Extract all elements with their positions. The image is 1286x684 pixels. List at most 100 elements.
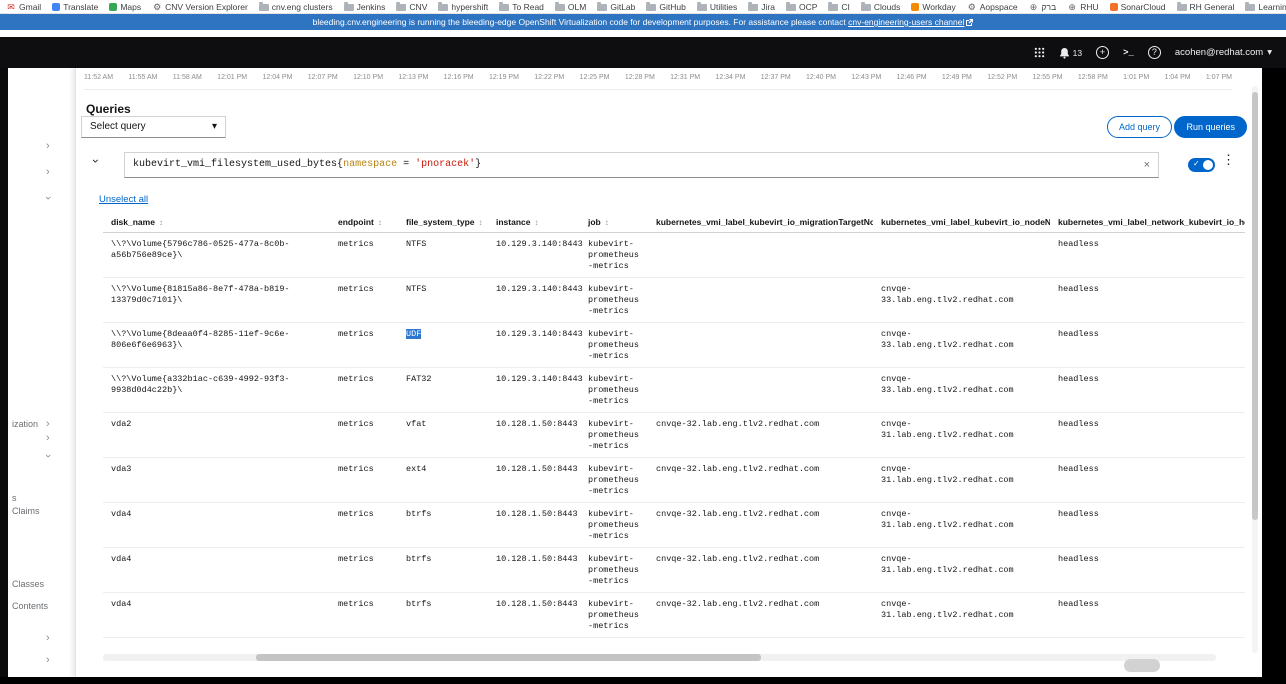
bookmark-translate[interactable]: Translate xyxy=(52,2,98,12)
nav-item-classes[interactable]: Classes xyxy=(8,578,75,592)
sort-icon[interactable]: ↕ xyxy=(479,218,483,227)
user-menu[interactable]: acohen@redhat.com ▾ xyxy=(1175,47,1272,58)
bookmark-folder[interactable]: Jenkins xyxy=(343,1,385,12)
scroll-indicator-pill[interactable] xyxy=(1124,659,1160,672)
folder-icon xyxy=(785,1,796,11)
query-kebab-menu[interactable]: ⋮ xyxy=(1222,152,1235,168)
query-expand-chevron[interactable]: › xyxy=(89,159,103,163)
caret-down-icon: ▾ xyxy=(211,121,217,132)
bookmark-label: GitLab xyxy=(610,1,636,12)
bookmark-folder[interactable]: GitHub xyxy=(646,1,686,12)
bookmark-folder[interactable]: Jira xyxy=(748,1,775,12)
bookmark-cnv-version-explorer[interactable]: ⚙ CNV Version Explorer xyxy=(152,2,248,12)
column-header-node-name[interactable]: kubernetes_vmi_label_kubevirt_io_nodeNam… xyxy=(873,214,1050,233)
nav-item[interactable]: › xyxy=(8,166,75,180)
run-queries-button[interactable]: Run queries xyxy=(1174,116,1247,138)
add-button[interactable]: + xyxy=(1096,46,1110,59)
bookmark-folder[interactable]: RH General xyxy=(1176,1,1235,12)
nav-item[interactable]: › xyxy=(8,432,75,446)
cell-endpoint: metrics xyxy=(330,503,398,548)
bookmark-label: cnv.eng clusters xyxy=(271,1,333,12)
column-header-endpoint[interactable]: endpoint ↕ xyxy=(330,214,398,233)
nav-item[interactable]: › xyxy=(8,140,75,154)
bookmark-sonarcloud[interactable]: SonarCloud xyxy=(1109,2,1166,12)
column-header-instance[interactable]: instance ↕ xyxy=(488,214,580,233)
nav-item[interactable]: › xyxy=(8,632,75,646)
time-tick: 11:58 AM xyxy=(172,74,202,81)
bookmark-aopspace[interactable]: ⚙ Aopspace xyxy=(967,2,1018,12)
folder-icon xyxy=(1176,1,1187,11)
cell-file-system-type: NTFS xyxy=(398,233,488,278)
bookmark-label: RH General xyxy=(1189,1,1235,12)
app-launcher-button[interactable] xyxy=(1034,47,1045,58)
column-header-file-system-type[interactable]: file_system_type ↕ xyxy=(398,214,488,233)
column-header-job[interactable]: job ↕ xyxy=(580,214,648,233)
bookmark-label: CNV xyxy=(409,1,428,12)
bookmark-folder[interactable]: CNV xyxy=(396,1,428,12)
metrics-panel: 11:52 AM 11:55 AM 11:58 AM 12:01 PM 12:0… xyxy=(75,68,1262,677)
cell-endpoint: metrics xyxy=(330,593,398,638)
bookmark-folder[interactable]: Clouds xyxy=(860,1,900,12)
cell-disk-name: vda2 xyxy=(103,413,330,458)
bookmark-folder[interactable]: CI xyxy=(828,1,850,12)
cell-endpoint: metrics xyxy=(330,548,398,593)
sort-icon[interactable]: ↕ xyxy=(159,218,163,227)
select-query-dropdown[interactable]: Select query ▾ xyxy=(81,116,226,138)
bookmark-label: CI xyxy=(841,1,850,12)
bookmark-label: Translate xyxy=(63,1,99,12)
bookmark-folder[interactable]: cnv.eng clusters xyxy=(258,1,333,12)
column-header-disk-name[interactable]: disk_name ↕ xyxy=(103,214,330,233)
cell-migration-target xyxy=(648,233,873,278)
web-terminal-button[interactable]: >_ xyxy=(1123,48,1134,58)
bookmark-folder[interactable]: Utilities xyxy=(696,1,737,12)
nav-item[interactable]: › xyxy=(8,450,75,464)
bookmark-maps[interactable]: Maps xyxy=(109,2,141,12)
time-tick: 1:01 PM xyxy=(1123,74,1150,81)
cell-node-name xyxy=(873,233,1050,278)
cell-job: kubevirt-prometheus-metrics xyxy=(580,368,648,413)
bookmark-folder[interactable]: To Read xyxy=(499,1,544,12)
bookmark-folder[interactable]: GitLab xyxy=(597,1,636,12)
bookmark-gmail[interactable]: ✉ Gmail xyxy=(6,2,41,12)
nav-item-virtualization[interactable]: ization › xyxy=(8,418,75,432)
nav-item[interactable]: › xyxy=(8,192,75,206)
unselect-all-link[interactable]: Unselect all xyxy=(99,194,148,205)
nav-item[interactable]: s xyxy=(8,492,75,506)
vertical-scrollbar-thumb[interactable] xyxy=(1252,92,1258,520)
bookmark-workday[interactable]: Workday xyxy=(911,2,956,12)
bookmark-folder[interactable]: OCP xyxy=(785,1,817,12)
sort-icon[interactable]: ↕ xyxy=(605,218,609,227)
time-tick: 12:04 PM xyxy=(262,74,293,81)
query-expression-input[interactable]: kubevirt_vmi_filesystem_used_bytes{names… xyxy=(124,152,1159,178)
notifications-button[interactable]: 13 xyxy=(1059,47,1082,59)
nav-item[interactable]: › xyxy=(8,654,75,668)
column-header-headless-service[interactable]: kubernetes_vmi_label_network_kubevirt_io… xyxy=(1050,214,1245,233)
folder-icon xyxy=(597,1,608,11)
nav-item-claims[interactable]: Claims xyxy=(8,505,75,519)
external-link-icon xyxy=(966,15,974,31)
banner-link[interactable]: cnv-engineering-users channel xyxy=(848,17,964,27)
clear-query-icon[interactable]: × xyxy=(1144,153,1150,177)
cell-headless: headless xyxy=(1050,548,1245,593)
bookmark-barak[interactable]: ⊕ ברק xyxy=(1029,2,1056,12)
help-button[interactable]: ? xyxy=(1147,46,1161,59)
translate-icon xyxy=(52,2,61,11)
query-enabled-toggle[interactable]: ✓ xyxy=(1188,158,1215,172)
horizontal-scrollbar-track[interactable] xyxy=(103,654,1216,661)
column-header-migration-target[interactable]: kubernetes_vmi_label_kubevirt_io_migrati… xyxy=(648,214,873,233)
bookmark-rhu[interactable]: ⊕ RHU xyxy=(1067,2,1098,12)
nav-item-contents[interactable]: Contents xyxy=(8,600,75,614)
bookmark-folder[interactable]: hypershift xyxy=(438,1,488,12)
horizontal-scrollbar-thumb[interactable] xyxy=(256,654,761,661)
add-query-button[interactable]: Add query xyxy=(1106,116,1172,138)
sort-icon[interactable]: ↕ xyxy=(535,218,539,227)
cell-job: kubevirt-prometheus-metrics xyxy=(580,233,648,278)
gear-icon: ⚙ xyxy=(967,1,976,12)
cell-node-name: cnvqe-31.lab.eng.tlv2.redhat.com xyxy=(873,503,1050,548)
bookmark-folder[interactable]: Learning xyxy=(1245,1,1286,12)
cell-file-system-type: btrfs xyxy=(398,593,488,638)
sort-icon[interactable]: ↕ xyxy=(378,218,382,227)
bookmark-folder[interactable]: OLM xyxy=(554,1,586,12)
cell-endpoint: metrics xyxy=(330,278,398,323)
cell-disk-name: vda3 xyxy=(103,458,330,503)
